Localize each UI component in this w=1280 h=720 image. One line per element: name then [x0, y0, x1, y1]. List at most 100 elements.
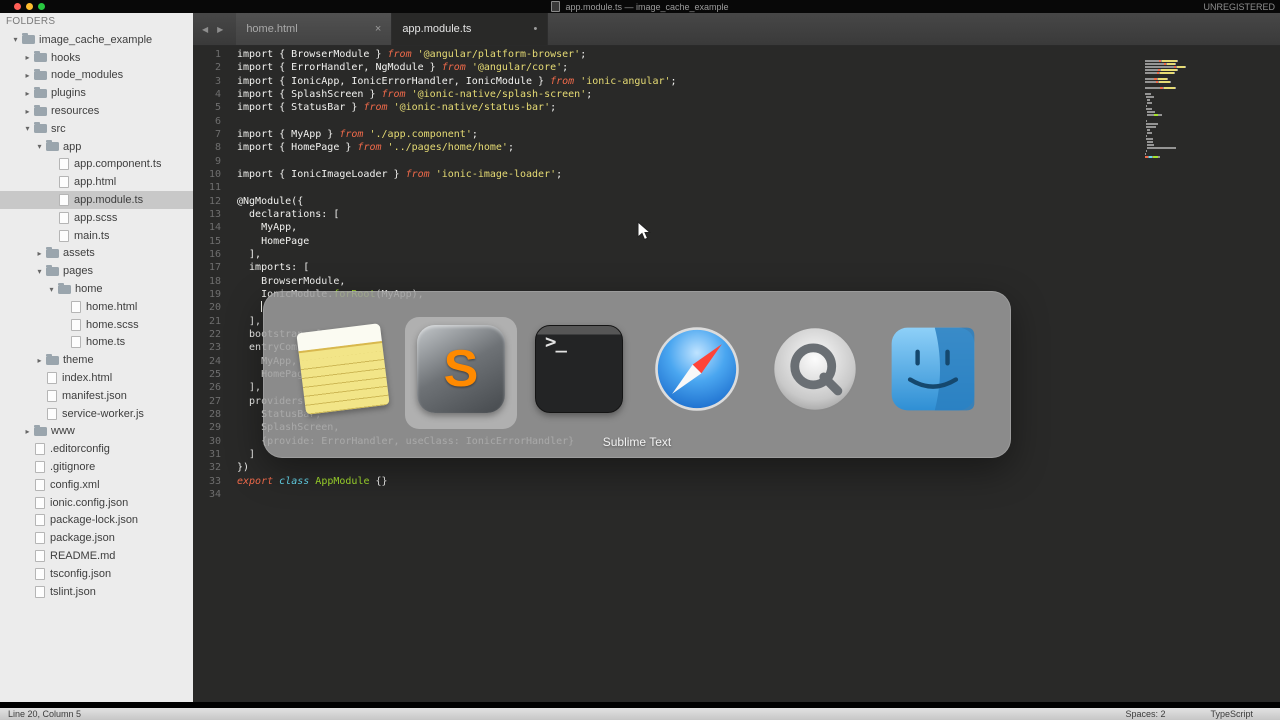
tab-modified-dot-icon[interactable]: • [533, 23, 537, 35]
sidebar-item-index-html[interactable]: index.html [0, 369, 193, 387]
sublime-s-glyph: S [443, 340, 479, 398]
minimap-line [1145, 63, 1205, 65]
terminal-app-icon[interactable]: >_ [533, 323, 625, 415]
sidebar-item-readme-md[interactable]: README.md [0, 547, 193, 565]
chevron-right-icon[interactable]: ▸ [22, 427, 33, 436]
line-number: 28 [208, 408, 221, 420]
sidebar-item-www[interactable]: ▸ www [0, 423, 193, 441]
minimap-line [1145, 135, 1205, 137]
sidebar-item-home-scss[interactable]: home.scss [0, 316, 193, 334]
code-line-9: 9 [193, 155, 1280, 168]
line-number: 22 [208, 328, 221, 340]
minimap-line [1145, 117, 1205, 119]
sidebar-item-editorconfig[interactable]: .editorconfig [0, 440, 193, 458]
sidebar-item-ionic-config-json[interactable]: ionic.config.json [0, 494, 193, 512]
minimap[interactable] [1145, 60, 1205, 162]
window-title: app.module.ts — image_cache_example [565, 1, 729, 12]
sidebar-item-app-module-ts[interactable]: app.module.ts [0, 191, 193, 209]
sidebar-item-node-modules[interactable]: ▸ node_modules [0, 67, 193, 85]
sidebar-item-resources[interactable]: ▸ resources [0, 102, 193, 120]
tab-scroll-left-button[interactable]: ◀ [202, 25, 208, 34]
line-number: 14 [208, 222, 221, 234]
mouse-cursor [637, 221, 651, 241]
sidebar-item-hooks[interactable]: ▸ hooks [0, 49, 193, 67]
notes-app-icon[interactable] [296, 323, 390, 415]
minimap-line [1145, 114, 1205, 116]
sidebar-item-main-ts[interactable]: main.ts [0, 227, 193, 245]
code-text: ], [237, 315, 262, 327]
chevron-right-icon[interactable]: ▸ [34, 356, 45, 365]
indent-status[interactable]: Spaces: 2 [1125, 709, 1165, 719]
sidebar-item-gitignore[interactable]: .gitignore [0, 458, 193, 476]
chevron-right-icon[interactable]: ▸ [22, 53, 33, 62]
chevron-right-icon[interactable]: ▸ [22, 107, 33, 116]
safari-app-icon[interactable] [651, 323, 743, 415]
sidebar-item-theme[interactable]: ▸ theme [0, 351, 193, 369]
sidebar-item-src[interactable]: ▾ src [0, 120, 193, 138]
code-line-8: 8 import { HomePage } from '../pages/home… [193, 141, 1280, 154]
sidebar-item-home-html[interactable]: home.html [0, 298, 193, 316]
sidebar-item-app-scss[interactable]: app.scss [0, 209, 193, 227]
quicktime-app-icon[interactable] [769, 323, 861, 415]
sidebar-item-app-html[interactable]: app.html [0, 173, 193, 191]
minimap-line [1145, 120, 1205, 122]
sidebar-item-plugins[interactable]: ▸ plugins [0, 84, 193, 102]
line-number: 3 [214, 75, 221, 87]
code-line-4: 4 import { SplashScreen } from '@ionic-na… [193, 88, 1280, 101]
sidebar-item-label: manifest.json [62, 389, 127, 402]
sidebar-item-tsconfig-json[interactable]: tsconfig.json [0, 565, 193, 583]
app-switcher: S >_ Sublime Text [263, 291, 1011, 458]
sidebar-item-app[interactable]: ▾ app [0, 138, 193, 156]
chevron-right-icon[interactable]: ▸ [22, 71, 33, 80]
minimap-line [1145, 132, 1205, 134]
code-line-16: 16 ], [193, 248, 1280, 261]
sublime-text-app-icon[interactable]: S [415, 323, 507, 415]
code-text: import { ErrorHandler, NgModule } from '… [237, 62, 569, 74]
file-icon [35, 532, 45, 545]
minimap-line [1145, 141, 1205, 143]
sidebar-item-label: pages [63, 265, 93, 278]
tab-close-icon[interactable]: × [375, 23, 381, 35]
chevron-down-icon[interactable]: ▾ [34, 142, 45, 151]
sidebar-item-service-worker-js[interactable]: service-worker.js [0, 405, 193, 423]
minimap-line [1145, 156, 1205, 158]
sidebar-item-package-json[interactable]: package.json [0, 529, 193, 547]
folder-icon [34, 51, 47, 63]
minimap-line [1145, 99, 1205, 101]
sidebar-item-config-xml[interactable]: config.xml [0, 476, 193, 494]
line-number: 23 [208, 342, 221, 354]
line-number: 29 [208, 422, 221, 434]
tab-scroll-right-button[interactable]: ▶ [217, 25, 223, 34]
switcher-apps-row: S >_ [263, 323, 1011, 415]
tab-home-html[interactable]: home.html × [236, 13, 393, 45]
sidebar-item-tslint-json[interactable]: tslint.json [0, 583, 193, 601]
chevron-down-icon[interactable]: ▾ [22, 124, 33, 133]
syntax-status[interactable]: TypeScript [1210, 709, 1253, 719]
chevron-down-icon[interactable]: ▾ [10, 35, 21, 44]
chevron-down-icon[interactable]: ▾ [34, 267, 45, 276]
tab-app-module-ts[interactable]: app.module.ts • [392, 13, 549, 45]
finder-app-icon[interactable] [887, 323, 979, 415]
minimap-line [1145, 96, 1205, 98]
sidebar-item-manifest-json[interactable]: manifest.json [0, 387, 193, 405]
sidebar-item-assets[interactable]: ▸ assets [0, 245, 193, 263]
sidebar-item-home[interactable]: ▾ home [0, 280, 193, 298]
sidebar-item-label: home.scss [86, 318, 139, 331]
chevron-down-icon[interactable]: ▾ [46, 285, 57, 294]
chevron-right-icon[interactable]: ▸ [22, 89, 33, 98]
chevron-right-icon[interactable]: ▸ [34, 249, 45, 258]
sidebar-item-label: ionic.config.json [50, 496, 129, 509]
sidebar-item-pages[interactable]: ▾ pages [0, 262, 193, 280]
code-text: imports: [ [237, 262, 310, 274]
sidebar-item-label: main.ts [74, 229, 110, 242]
code-text: import { MyApp } from './app.component'; [237, 128, 478, 140]
file-icon [47, 389, 57, 402]
sidebar-item-home-ts[interactable]: home.ts [0, 334, 193, 352]
sidebar-item-app-component-ts[interactable]: app.component.ts [0, 156, 193, 174]
minimap-line [1145, 111, 1205, 113]
code-line-17: 17 imports: [ [193, 261, 1280, 274]
line-number: 11 [208, 182, 221, 194]
sidebar-item-package-lock-json[interactable]: package-lock.json [0, 512, 193, 530]
sidebar-item-image-cache-example[interactable]: ▾ image_cache_example [0, 31, 193, 49]
code-line-2: 2 import { ErrorHandler, NgModule } from … [193, 61, 1280, 74]
